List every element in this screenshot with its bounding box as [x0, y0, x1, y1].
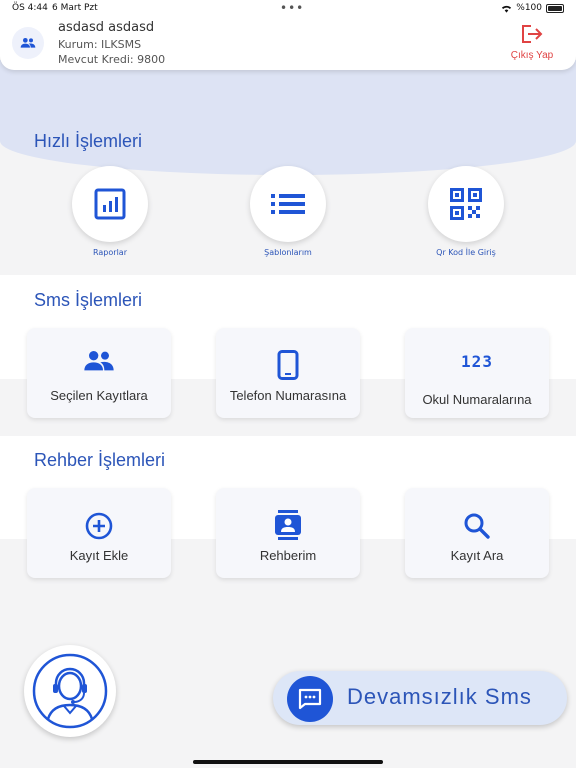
qr-login-circle[interactable]	[428, 166, 504, 242]
status-date: 6 Mart Pzt	[52, 3, 98, 13]
templates-circle[interactable]	[250, 166, 326, 242]
header-band	[0, 60, 576, 175]
people-icon	[84, 351, 114, 371]
contact-book-icon	[275, 510, 301, 540]
status-time: ÖS 4:44	[12, 3, 48, 13]
chat-bubble-icon	[298, 688, 322, 710]
reports-circle[interactable]	[72, 166, 148, 242]
absence-sms-button[interactable]: Devamsızlık Sms	[273, 671, 567, 725]
123-icon: 123	[461, 352, 493, 371]
rehber-section-title: Rehber İşlemleri	[34, 450, 166, 470]
sms-card-label: Okul Numaralarına	[422, 392, 532, 407]
list-icon	[271, 194, 305, 214]
institution-label: Kurum: ILKSMS	[58, 38, 142, 51]
sms-card-school-numbers[interactable]: 123 Okul Numaralarına	[405, 328, 549, 418]
rehber-card-label: Rehberim	[259, 548, 317, 563]
absence-sms-label: Devamsızlık Sms	[347, 684, 532, 709]
rehber-card-label: Kayıt Ara	[450, 548, 504, 563]
battery-icon	[546, 3, 564, 13]
status-bar: ÖS 4:44 6 Mart Pzt ••• %100	[0, 0, 576, 18]
sms-card-phone-number[interactable]: Telefon Numarasına	[216, 328, 360, 418]
add-circle-icon	[85, 512, 113, 540]
quick-item-qr-login[interactable]: Qr Kod İle Giriş	[406, 166, 526, 257]
status-right: %100	[501, 3, 564, 13]
rehber-card-label: Kayıt Ekle	[69, 548, 129, 563]
quick-item-reports[interactable]: Raporlar	[50, 166, 170, 257]
search-icon	[464, 513, 490, 539]
battery-percent: %100	[516, 3, 542, 13]
sms-card-selected-records[interactable]: Seçilen Kayıtlara	[27, 328, 171, 418]
multitask-dots-icon[interactable]: •••	[280, 1, 304, 15]
rehber-card-search-record[interactable]: Kayıt Ara	[405, 488, 549, 578]
qr-code-icon	[450, 188, 482, 220]
report-chart-icon	[94, 188, 126, 220]
people-icon	[20, 38, 36, 48]
user-name: asdasd asdasd	[58, 20, 155, 35]
templates-label: Şablonlarım	[264, 248, 312, 257]
fab-icon-circle	[287, 676, 333, 722]
sms-card-label: Seçilen Kayıtlara	[50, 388, 148, 403]
support-agent-icon	[32, 653, 108, 729]
rehber-card-add-record[interactable]: Kayıt Ekle	[27, 488, 171, 578]
qr-login-label: Qr Kod İle Giriş	[436, 248, 496, 257]
quick-item-templates[interactable]: Şablonlarım	[228, 166, 348, 257]
credit-label: Mevcut Kredi: 9800	[58, 53, 166, 66]
quick-section-title: Hızlı İşlemleri	[34, 131, 143, 151]
phone-icon	[277, 350, 299, 380]
reports-label: Raporlar	[93, 248, 127, 257]
sms-section-title: Sms İşlemleri	[34, 290, 143, 310]
support-button[interactable]	[24, 645, 116, 737]
logout-label: Çıkış Yap	[510, 50, 554, 61]
wifi-icon	[502, 5, 512, 13]
user-avatar[interactable]	[12, 27, 44, 59]
sms-card-label: Telefon Numarasına	[229, 388, 347, 403]
logout-button[interactable]: Çıkış Yap	[502, 24, 562, 61]
logout-icon	[522, 25, 543, 43]
rehber-card-my-contacts[interactable]: Rehberim	[216, 488, 360, 578]
home-indicator[interactable]	[193, 760, 383, 764]
